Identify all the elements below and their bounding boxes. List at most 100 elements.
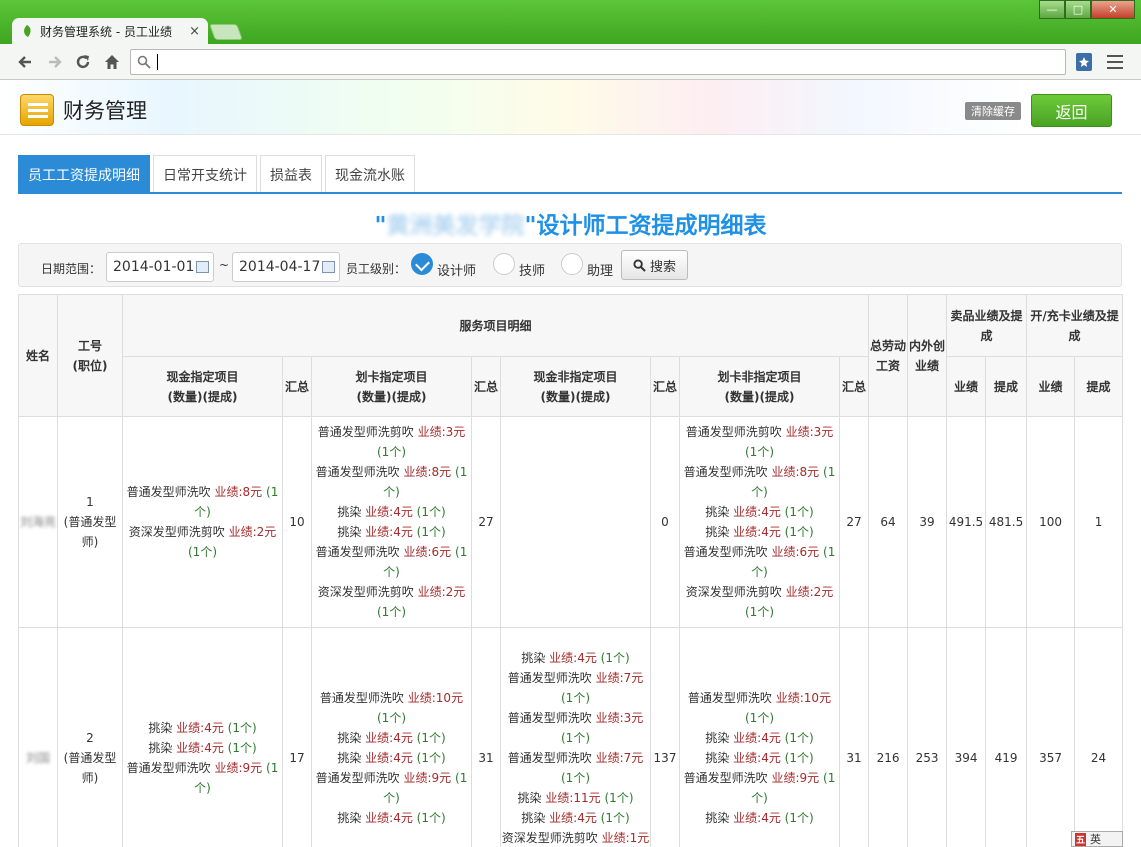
service-item: 普通发型师洗吹 业绩:8元 (1个) xyxy=(681,462,839,502)
radio-assistant-label[interactable]: 助理 xyxy=(587,260,613,279)
cell-card-nondesignated: 普通发型师洗吹 业绩:10元 (1个) 挑染 业绩:4元 (1个) 挑染 业绩:4元… xyxy=(679,627,840,847)
service-item: 普通发型师洗吹 业绩:9元 (1个) xyxy=(681,768,839,808)
service-item: 普通发型师洗剪吹 业绩:3元 (1个) xyxy=(313,422,471,462)
close-window-button[interactable]: ✕ xyxy=(1091,0,1135,19)
forward-arrow-icon[interactable] xyxy=(44,51,66,73)
radio-technician-label[interactable]: 技师 xyxy=(519,260,545,279)
service-item-item: 普通发型师洗吹 xyxy=(315,770,400,785)
search-button[interactable]: 搜索 xyxy=(621,250,688,280)
radio-assistant[interactable] xyxy=(561,253,583,275)
service-item-qty: (1个) xyxy=(416,750,446,765)
cell-cash-nondesignated xyxy=(500,416,651,628)
tab-daily-expense[interactable]: 日常开支统计 xyxy=(153,155,257,193)
reload-icon[interactable] xyxy=(72,51,94,73)
header-total-labor: 总劳动工资 xyxy=(868,294,909,417)
service-item-item: 挑染 xyxy=(517,790,542,805)
search-icon xyxy=(137,55,151,69)
calendar-icon[interactable] xyxy=(322,261,335,273)
cell-text: 工号 (职位) xyxy=(72,338,108,373)
start-date-input[interactable]: 2014-01-01 xyxy=(106,252,214,282)
cell-text: 100 xyxy=(1039,515,1062,529)
service-item: 普通发型师洗吹 业绩:9元 (1个) xyxy=(313,768,471,808)
cell-cash-nondesignated: 挑染 业绩:4元 (1个) 普通发型师洗吹 业绩:7元 (1个) 普通发型师洗吹 业… xyxy=(500,627,651,847)
service-item-item: 普通发型师洗吹 xyxy=(126,485,211,499)
cell-total-labor: 64 xyxy=(868,416,909,628)
end-date-value: 2014-04-17 xyxy=(239,259,321,275)
service-item: 挑染 业绩:4元 (1个) xyxy=(313,728,471,748)
service-item-item: 挑染 xyxy=(337,750,362,765)
service-item-perf: 业绩:11元 xyxy=(545,790,601,805)
service-item: 挑染 业绩:4元 (1个) xyxy=(502,648,650,668)
page-tabs: 员工工资提成明细 日常开支统计 损益表 现金流水账 xyxy=(18,155,415,193)
service-item-perf: 业绩:8元 xyxy=(214,485,263,499)
radio-designer[interactable] xyxy=(411,253,433,275)
service-item-qty: (1个) xyxy=(745,605,774,619)
leaf-icon xyxy=(24,25,31,37)
cell-subtotal: 10 xyxy=(282,416,312,628)
service-item-qty: (1个) xyxy=(561,690,590,705)
cell-subtotal: 17 xyxy=(282,627,312,847)
cell-cash-designated: 挑染 业绩:4元 (1个) 挑染 业绩:4元 (1个) 普通发型师洗吹 业绩:9元 … xyxy=(122,627,283,847)
back-arrow-icon[interactable] xyxy=(14,51,36,73)
service-item-perf: 业绩:8元 xyxy=(771,465,820,479)
service-item: 普通发型师洗吹 业绩:8元 (1个) xyxy=(313,462,471,502)
service-item: 资深发型师洗剪吹 业绩:1元 (1个) xyxy=(502,828,650,847)
service-item-item: 挑染 xyxy=(337,505,362,519)
cell-text: 1 xyxy=(1094,515,1103,529)
cell-text: 刘国 xyxy=(25,750,50,765)
minimize-button[interactable]: — xyxy=(1039,0,1065,19)
browser-tab[interactable]: 财务管理系统 - 员工业绩 × xyxy=(12,18,208,44)
address-bar[interactable] xyxy=(130,49,1066,75)
filter-bar: 日期范围： 2014-01-01 ~ 2014-04-17 员工级别： 设计师 … xyxy=(18,243,1122,287)
tab-profit-loss[interactable]: 损益表 xyxy=(260,155,322,193)
service-item-qty: (1个) xyxy=(600,810,630,825)
service-item: 普通发型师洗吹 业绩:10元 (1个) xyxy=(681,688,839,728)
list-icon xyxy=(20,94,54,126)
service-item-perf: 业绩:2元 xyxy=(417,585,466,599)
service-item-qty: (1个) xyxy=(784,505,814,519)
service-item-item: 资深发型师洗剪吹 xyxy=(128,525,225,539)
radio-technician[interactable] xyxy=(493,253,515,275)
cell-card-designated: 普通发型师洗剪吹 业绩:3元 (1个) 普通发型师洗吹 业绩:8元 (1个) 挑染 … xyxy=(311,416,472,628)
bookmark-star-icon[interactable] xyxy=(1076,53,1092,71)
header-subtotal: 汇总 xyxy=(471,356,501,417)
maximize-button[interactable]: □ xyxy=(1065,0,1091,19)
service-item-perf: 业绩:4元 xyxy=(733,810,781,825)
radio-designer-label[interactable]: 设计师 xyxy=(437,260,476,279)
cell-text: 划卡指定项目 (数量)(提成) xyxy=(355,369,428,404)
service-item-item: 挑染 xyxy=(521,810,546,825)
end-date-input[interactable]: 2014-04-17 xyxy=(232,252,340,282)
calendar-icon[interactable] xyxy=(196,261,209,273)
service-item-item: 挑染 xyxy=(337,810,362,825)
tab-salary-commission[interactable]: 员工工资提成明细 xyxy=(18,155,150,193)
service-item-qty: (1个) xyxy=(784,525,814,539)
service-item-item: 普通发型师洗吹 xyxy=(507,750,592,765)
service-item: 普通发型师洗吹 业绩:6元 (1个) xyxy=(313,542,471,582)
cell-subtotal: 27 xyxy=(838,416,870,628)
new-tab-button[interactable] xyxy=(209,24,243,40)
cell-emp-id: 2 (普通发型师) xyxy=(57,627,123,847)
back-button[interactable]: 返回 xyxy=(1031,94,1112,127)
tab-close-icon[interactable]: × xyxy=(189,24,200,39)
cell-cash-designated: 普通发型师洗吹 业绩:8元 (1个) 资深发型师洗剪吹 业绩:2元 (1个) xyxy=(122,416,283,628)
menu-icon[interactable] xyxy=(1107,55,1123,69)
cell-emp-id: 1 (普通发型师) xyxy=(57,416,123,628)
clear-cache-button[interactable]: 清除缓存 xyxy=(965,102,1021,120)
home-icon[interactable] xyxy=(101,51,123,73)
service-item-perf: 业绩:9元 xyxy=(214,760,263,775)
cell-inner-outer: 253 xyxy=(907,627,948,847)
search-button-label: 搜索 xyxy=(649,259,676,275)
cell-card-perf: 357 xyxy=(1026,627,1076,847)
service-item-qty: (1个) xyxy=(745,445,774,459)
cell-text: 491.5 xyxy=(948,515,984,529)
service-item-qty: (1个) xyxy=(561,770,590,785)
address-input[interactable] xyxy=(157,53,1057,71)
page-content: 财务管理 清除缓存 返回 员工工资提成明细 日常开支统计 损益表 现金流水账 "… xyxy=(0,80,1141,847)
header-subtotal: 汇总 xyxy=(650,356,680,417)
service-item-qty: (1个) xyxy=(227,720,257,735)
ime-indicator[interactable]: 五 英 xyxy=(1071,831,1123,847)
cell-card-comm: 1 xyxy=(1074,416,1124,628)
service-item-perf: 业绩:6元 xyxy=(771,545,820,559)
tab-cash-journal[interactable]: 现金流水账 xyxy=(325,155,415,193)
header-card-group: 开/充卡业绩及提成 xyxy=(1026,294,1124,357)
